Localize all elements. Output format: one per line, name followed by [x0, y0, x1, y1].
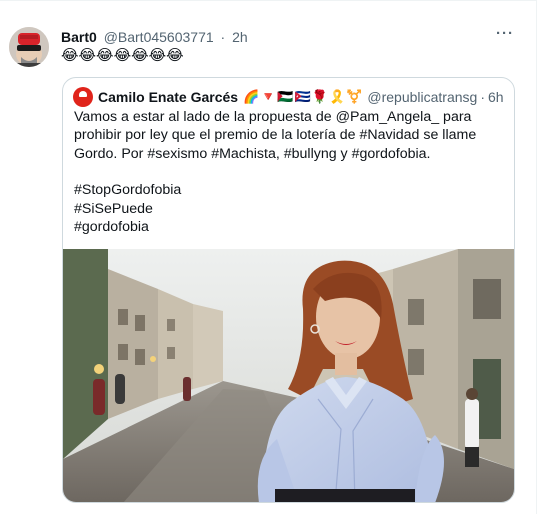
quoted-text-paragraph: Vamos a estar al lado de la propuesta de… — [74, 109, 477, 162]
tweet-time[interactable]: 2h — [232, 29, 248, 45]
author-handle[interactable]: @Bart045603771 — [104, 29, 214, 45]
quoted-tweet-header: Camilo Enate Garcés 🌈🔻🇵🇸🇨🇺🌹🎗️⚧️ @republi… — [73, 87, 504, 107]
tweet-card[interactable]: Bart0 @Bart045603771 · 2h ··· 😂😂😂😂😂😂😂 Ca… — [0, 0, 537, 514]
user-avatar[interactable] — [9, 27, 49, 67]
tweet-text: 😂😂😂😂😂😂😂 — [61, 47, 184, 64]
quoted-tweet-text: Vamos a estar al lado de la propuesta de… — [74, 108, 506, 236]
hashtag-gordofobia[interactable]: #gordofobia — [74, 218, 506, 236]
quoted-avatar[interactable] — [73, 87, 93, 107]
separator-dot: · — [220, 29, 226, 45]
quoted-author-handle[interactable]: @republicatransg — [367, 87, 477, 107]
name-emojis: 🌈🔻🇵🇸🇨🇺🌹🎗️⚧️ — [243, 89, 364, 104]
quoted-tweet-photo[interactable] — [63, 249, 514, 502]
tweet-header: Bart0 @Bart045603771 · 2h — [61, 28, 248, 46]
quoted-tweet-time[interactable]: 6h — [488, 87, 504, 107]
separator-dot: · — [480, 89, 485, 105]
ellipsis-icon[interactable]: ··· — [496, 25, 514, 43]
hashtag-sisepuede[interactable]: #SiSePuede — [74, 200, 506, 218]
hashtag-stopgordofobia[interactable]: #StopGordofobia — [74, 181, 506, 199]
quoted-author-name[interactable]: Camilo Enate Garcés — [98, 87, 238, 107]
quoted-tweet[interactable]: Camilo Enate Garcés 🌈🔻🇵🇸🇨🇺🌹🎗️⚧️ @republi… — [62, 77, 515, 503]
author-name[interactable]: Bart0 — [61, 29, 97, 45]
